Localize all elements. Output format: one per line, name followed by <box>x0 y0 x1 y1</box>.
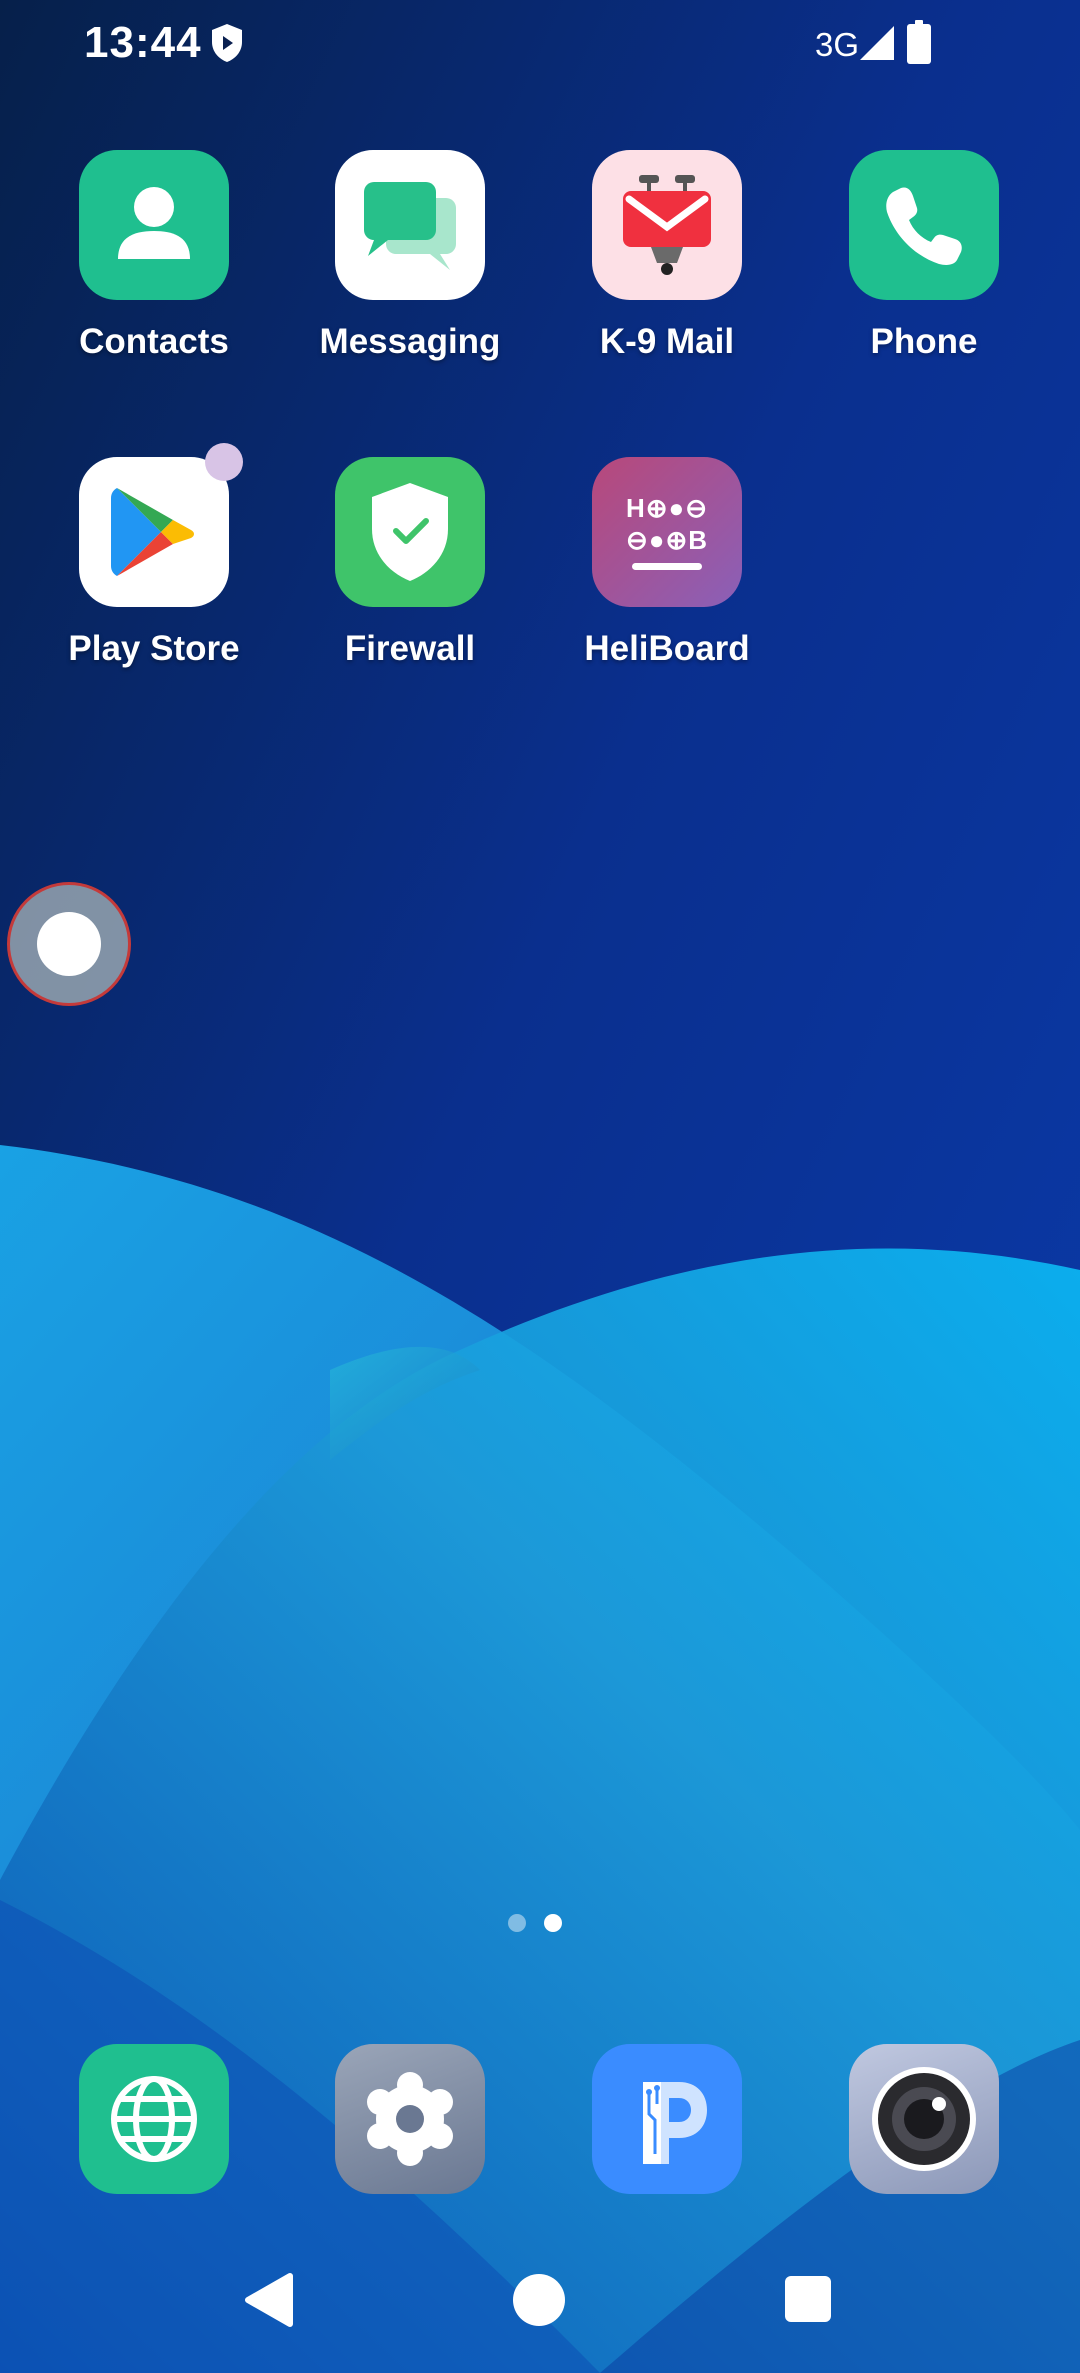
dock-parking-app[interactable] <box>557 2044 777 2194</box>
shield-status-icon <box>212 24 242 62</box>
app-heliboard[interactable]: H⊕●⊖ ⊖●⊕B HeliBoard <box>557 457 777 669</box>
app-play-store[interactable]: Play Store <box>44 443 264 669</box>
battery-icon <box>907 20 931 64</box>
dock-browser[interactable] <box>44 2044 264 2194</box>
app-firewall[interactable]: Firewall <box>300 457 520 669</box>
spacebar-icon <box>632 562 702 570</box>
app-messaging[interactable]: Messaging <box>300 150 520 362</box>
app-label: Firewall <box>344 629 476 668</box>
phone-icon <box>849 150 999 300</box>
page-indicator-1[interactable] <box>508 1914 526 1932</box>
app-label: Play Store <box>68 629 240 668</box>
dock-settings[interactable] <box>300 2044 520 2194</box>
notification-badge <box>205 443 243 481</box>
app-label: Contacts <box>79 322 229 361</box>
heliboard-keys-row2: ⊖●⊕B <box>625 524 709 555</box>
heliboard-icon: H⊕●⊖ ⊖●⊕B <box>592 457 742 607</box>
globe-icon <box>79 2044 229 2194</box>
page-indicator-2[interactable] <box>544 1914 562 1932</box>
floating-touch-button[interactable] <box>7 882 131 1006</box>
app-label: K-9 Mail <box>599 322 735 361</box>
home-button[interactable] <box>513 2274 565 2326</box>
parking-icon <box>592 2044 742 2194</box>
app-label: HeliBoard <box>584 629 750 668</box>
status-bar: 13:44 3G <box>0 0 1080 90</box>
back-button[interactable] <box>242 2272 294 2328</box>
app-label: Phone <box>870 322 978 361</box>
settings-icon <box>335 2044 485 2194</box>
app-k9-mail[interactable]: K-9 Mail <box>557 150 777 362</box>
network-type: 3G <box>815 26 860 63</box>
dock-camera[interactable] <box>814 2044 1034 2194</box>
k9-mail-icon <box>592 150 742 300</box>
signal-icon <box>860 26 894 60</box>
app-contacts[interactable]: Contacts <box>44 150 264 362</box>
clock: 13:44 <box>84 18 202 67</box>
app-phone[interactable]: Phone <box>814 150 1034 362</box>
play-store-icon <box>79 443 243 607</box>
touch-button-dot <box>37 912 101 976</box>
heliboard-keys-row1: H⊕●⊖ <box>625 492 709 523</box>
recents-button[interactable] <box>785 2276 831 2322</box>
camera-icon <box>849 2044 999 2194</box>
app-label: Messaging <box>319 322 501 361</box>
contacts-icon <box>79 150 229 300</box>
firewall-icon <box>335 457 485 607</box>
messaging-icon <box>335 150 485 300</box>
